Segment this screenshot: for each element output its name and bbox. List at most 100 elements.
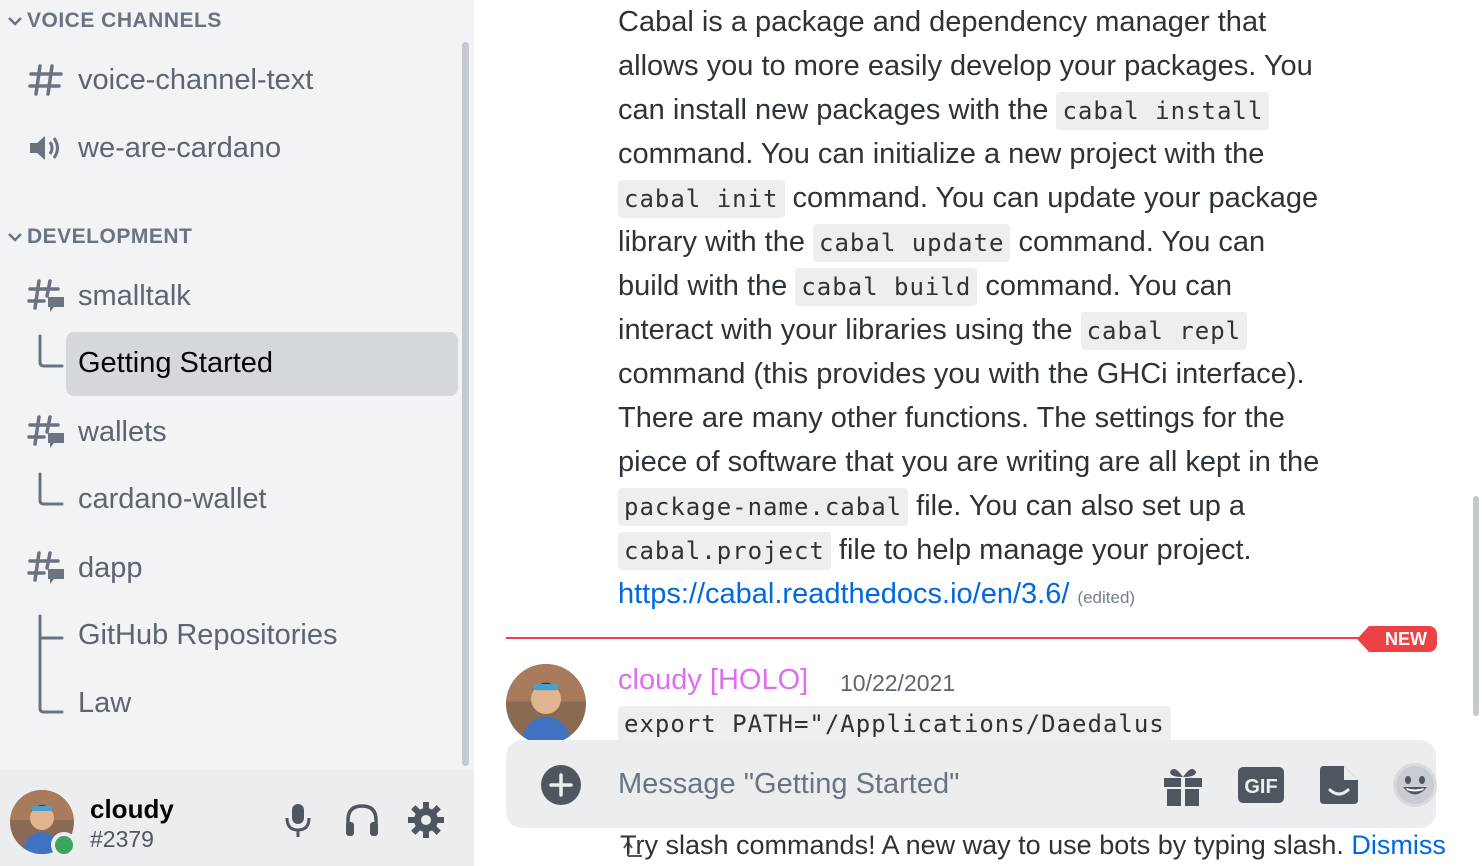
user-panel: cloudy #2379 <box>0 770 474 866</box>
inline-code: cabal build <box>795 268 978 306</box>
thread-label: cardano-wallet <box>78 483 267 515</box>
emoji-icon[interactable] <box>1390 760 1440 810</box>
channel-sidebar: VOICE CHANNELS voice-channel-text we-are… <box>0 0 474 866</box>
gear-icon[interactable] <box>406 800 446 840</box>
thread-label: GitHub Repositories <box>78 619 338 651</box>
message-line: package-name.cabal file. You can also se… <box>618 484 1358 528</box>
chat-scrollbar[interactable] <box>1473 496 1479 716</box>
chat-area: Cabal is a package and dependency manage… <box>474 0 1482 866</box>
edited-label: (edited) <box>1077 588 1136 607</box>
message-text: command. You can <box>1010 226 1266 258</box>
message-lines: Cabal is a package and dependency manage… <box>618 0 1358 572</box>
thread-channel-icon <box>27 415 64 448</box>
message-line: allows you to more easily develop your p… <box>618 44 1358 88</box>
channel-label: we-are-cardano <box>78 132 282 164</box>
online-status-indicator <box>51 832 77 858</box>
message-text: file to help manage your project. <box>830 534 1252 566</box>
message-line: piece of software that you are writing a… <box>618 440 1358 484</box>
chevron-down-icon <box>8 17 22 26</box>
new-messages-divider <box>506 637 1436 639</box>
gif-icon[interactable]: GIF <box>1236 760 1286 810</box>
message-line: There are many other functions. The sett… <box>618 396 1358 440</box>
message-line: cabal.project file to help manage your p… <box>618 528 1358 572</box>
category-development[interactable]: DEVELOPMENT <box>4 222 192 252</box>
message-text: can install new packages with the <box>618 94 1057 126</box>
message-text: command. You can initialize a new projec… <box>618 138 1265 170</box>
message-text: command. You can <box>977 270 1233 302</box>
channel-label: wallets <box>78 416 167 448</box>
thread-getting-started[interactable]: Getting Started <box>66 332 458 396</box>
message-text: command (this provides you with the GHCi… <box>618 358 1305 390</box>
author-avatar[interactable] <box>506 664 586 744</box>
message-text: command. You can update your package <box>784 182 1319 214</box>
message-line: Cabal is a package and dependency manage… <box>618 0 1358 44</box>
message-author[interactable]: cloudy [HOLO] <box>618 664 808 697</box>
message-line: library with the cabal update command. Y… <box>618 220 1358 264</box>
dismiss-link[interactable]: Dismiss <box>1351 830 1446 860</box>
message-line: build with the cabal build command. You … <box>618 264 1358 308</box>
inline-code: cabal init <box>618 180 785 218</box>
message-text: There are many other functions. The sett… <box>618 402 1285 434</box>
thread-spine-icon <box>38 472 64 506</box>
message-composer: GIF <box>506 740 1437 828</box>
thread-law[interactable]: Law <box>66 672 458 736</box>
thread-cardano-wallet[interactable]: cardano-wallet <box>66 468 458 532</box>
channel-label: smalltalk <box>78 280 191 312</box>
tip-text: Try slash commands! A new way to use bot… <box>620 830 1344 860</box>
microphone-icon[interactable] <box>278 800 318 840</box>
new-badge: NEW <box>1357 626 1437 652</box>
message-timestamp: 10/22/2021 <box>840 670 956 696</box>
message-text: allows you to more easily develop your p… <box>618 50 1313 82</box>
text-channel-hash-icon <box>28 64 63 96</box>
category-label: DEVELOPMENT <box>27 225 193 248</box>
channel-voice-channel-text[interactable]: voice-channel-text <box>20 50 458 110</box>
headphones-icon[interactable] <box>342 800 382 840</box>
message-text: build with the <box>618 270 796 302</box>
message-line: command (this provides you with the GHCi… <box>618 352 1358 396</box>
channel-smalltalk[interactable]: smalltalk <box>20 266 458 326</box>
thread-github-repositories[interactable]: GitHub Repositories <box>66 604 458 668</box>
channel-label: dapp <box>78 552 143 584</box>
channel-label: voice-channel-text <box>78 64 314 96</box>
thread-spine-icon <box>38 614 64 714</box>
sticker-icon[interactable] <box>1314 760 1364 810</box>
gif-label: GIF <box>1244 776 1277 798</box>
message-line: can install new packages with the cabal … <box>618 88 1358 132</box>
channel-dapp[interactable]: dapp <box>20 538 458 598</box>
message-line: command. You can initialize a new projec… <box>618 132 1358 176</box>
message-input[interactable] <box>618 762 1138 806</box>
message-text: piece of software that you are writing a… <box>618 446 1320 478</box>
avatar-image <box>506 664 586 744</box>
chevron-down-icon <box>8 233 22 242</box>
message-link-line: https://cabal.readthedocs.io/en/3.6/ (edi… <box>618 572 1358 616</box>
username: cloudy <box>90 794 174 824</box>
inline-code: cabal update <box>813 224 1011 262</box>
channel-wallets[interactable]: wallets <box>20 402 458 462</box>
user-discriminator: #2379 <box>90 826 154 852</box>
thread-channel-icon <box>27 279 64 312</box>
message-text: library with the <box>618 226 814 258</box>
inline-code: cabal install <box>1056 92 1270 130</box>
thread-label: Law <box>78 687 132 719</box>
category-voice-channels[interactable]: VOICE CHANNELS <box>4 6 222 36</box>
speaker-icon <box>30 136 59 160</box>
thread-label: Getting Started <box>78 347 274 379</box>
thread-spine-icon <box>38 334 64 368</box>
cabal-docs-link[interactable]: https://cabal.readthedocs.io/en/3.6/ <box>618 578 1069 610</box>
gift-icon[interactable] <box>1158 760 1208 810</box>
inline-code: cabal repl <box>1080 312 1248 350</box>
message-line: interact with your libraries using the c… <box>618 308 1358 352</box>
inline-code: package-name.cabal <box>618 488 909 526</box>
slash-command-tip: Try slash commands! A new way to use bot… <box>620 830 1446 861</box>
thread-channel-icon <box>27 551 64 584</box>
message-text: file. You can also set up a <box>908 490 1246 522</box>
inline-code: cabal.project <box>618 532 831 570</box>
message-text: interact with your libraries using the <box>618 314 1081 346</box>
channel-we-are-cardano[interactable]: we-are-cardano <box>20 118 458 178</box>
message-line: cabal init command. You can update your … <box>618 176 1358 220</box>
message-body: Cabal is a package and dependency manage… <box>618 0 1358 616</box>
attach-plus-icon[interactable] <box>540 764 582 806</box>
message-text: Cabal is a package and dependency manage… <box>618 6 1267 38</box>
category-label: VOICE CHANNELS <box>27 9 222 32</box>
sidebar-scrollbar[interactable] <box>462 42 469 766</box>
